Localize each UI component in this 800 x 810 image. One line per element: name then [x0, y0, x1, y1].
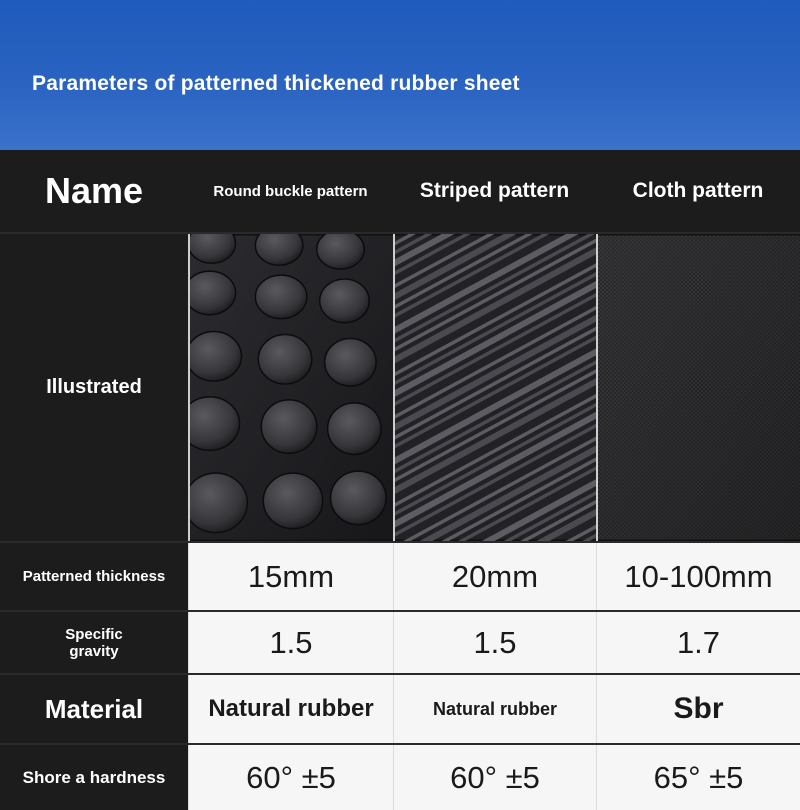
thickness-label: Patterned thickness — [0, 543, 188, 610]
parameters-table: Name Round buckle pattern Striped patter… — [0, 150, 800, 810]
gravity-label: Specific gravity — [0, 612, 188, 673]
round-buckle-illustration — [188, 234, 393, 541]
gravity-label-line1: Specific — [65, 625, 123, 643]
gravity-label-line2: gravity — [69, 642, 119, 660]
thickness-value-round: 15mm — [188, 543, 393, 610]
column-header-round-buckle: Round buckle pattern — [188, 150, 393, 232]
round-buckle-texture-icon — [190, 234, 393, 540]
hardness-value-striped: 60° ±5 — [393, 745, 596, 810]
column-header-striped: Striped pattern — [393, 150, 596, 232]
thickness-value-striped: 20mm — [393, 543, 596, 610]
hardness-value-cloth: 65° ±5 — [596, 745, 800, 810]
striped-texture-icon — [395, 234, 596, 541]
hardness-value-round: 60° ±5 — [188, 745, 393, 810]
cloth-texture-icon — [598, 235, 800, 540]
striped-illustration — [393, 234, 596, 541]
illustrated-label: Illustrated — [0, 234, 188, 541]
column-header-cloth: Cloth pattern — [596, 150, 800, 232]
material-label: Material — [0, 675, 188, 743]
gravity-value-cloth: 1.7 — [596, 612, 800, 673]
header-banner: Parameters of patterned thickened rubber… — [0, 0, 800, 150]
page-title: Parameters of patterned thickened rubber… — [32, 72, 520, 95]
name-header: Name — [0, 150, 188, 232]
material-value-striped: Natural rubber — [393, 675, 596, 743]
gravity-value-round: 1.5 — [188, 612, 393, 673]
thickness-value-cloth: 10-100mm — [596, 543, 800, 610]
gravity-value-striped: 1.5 — [393, 612, 596, 673]
material-value-round: Natural rubber — [188, 675, 393, 743]
material-value-cloth: Sbr — [596, 675, 800, 743]
cloth-illustration — [596, 234, 800, 541]
hardness-label: Shore a hardness — [0, 745, 188, 810]
